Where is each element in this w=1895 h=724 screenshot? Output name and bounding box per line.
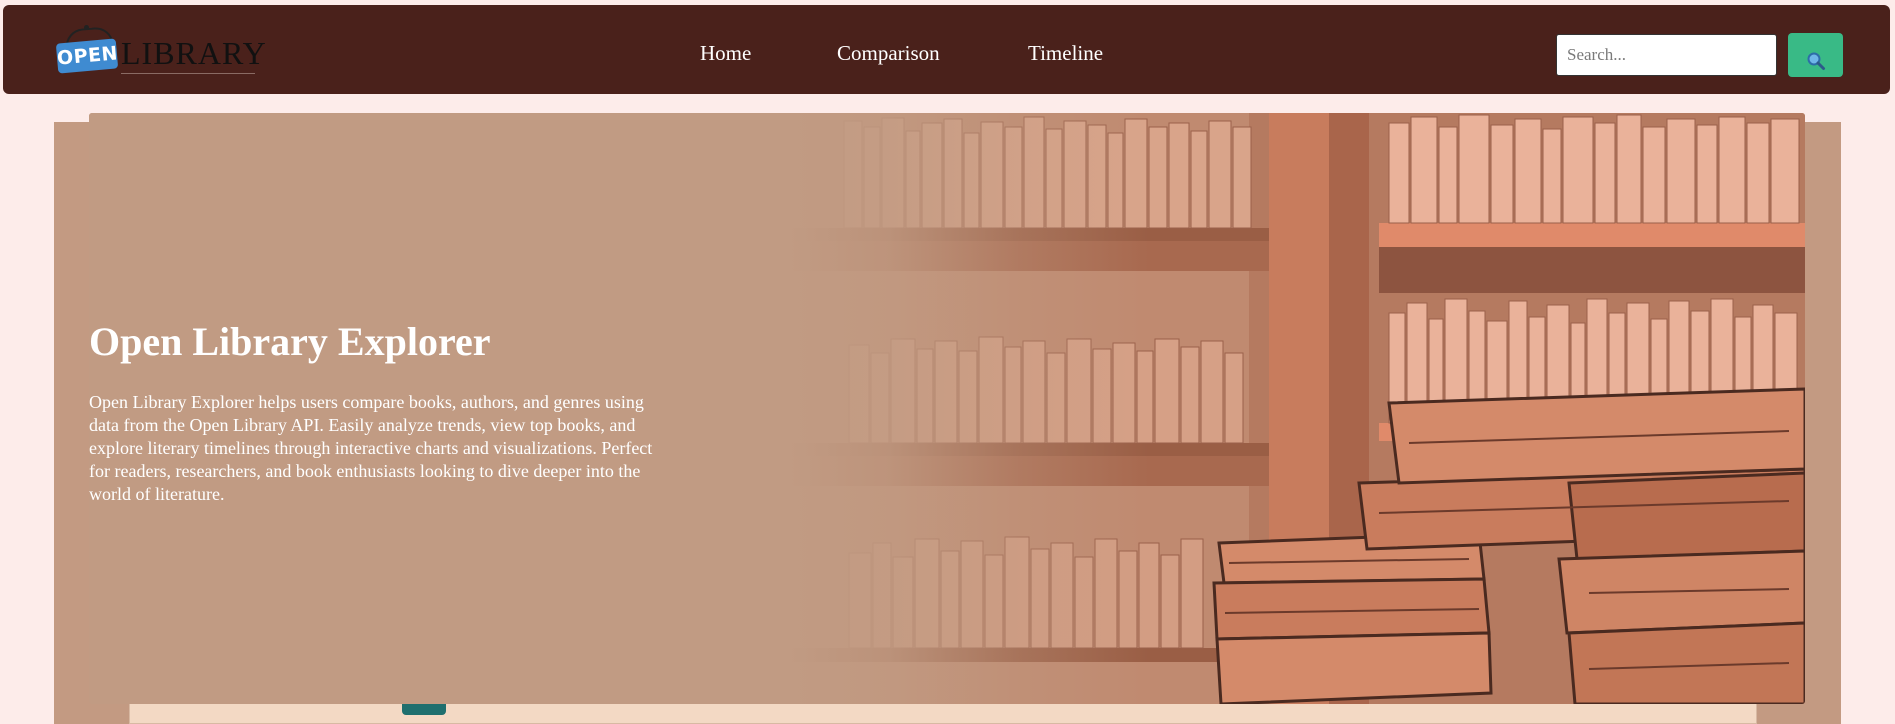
open-library-logo[interactable]: OPEN LIBRARY <box>55 25 266 77</box>
hero-description: Open Library Explorer helps users compar… <box>89 392 653 504</box>
nav-link-home[interactable]: Home <box>700 41 751 65</box>
nav-link-timeline[interactable]: Timeline <box>1028 41 1103 65</box>
logo-open-badge: OPEN <box>55 38 119 74</box>
search-input[interactable] <box>1556 34 1777 76</box>
search-icon <box>1807 52 1825 70</box>
nav-link-comparison[interactable]: Comparison <box>837 41 940 65</box>
hero-banner: Open Library Explorer Open Library Explo… <box>89 113 1805 704</box>
hero-title: Open Library Explorer <box>89 319 491 364</box>
top-navbar: OPEN LIBRARY Home Comparison Timeline <box>3 5 1890 94</box>
logo-wordmark: LIBRARY <box>121 37 266 74</box>
search-button[interactable] <box>1788 33 1843 77</box>
